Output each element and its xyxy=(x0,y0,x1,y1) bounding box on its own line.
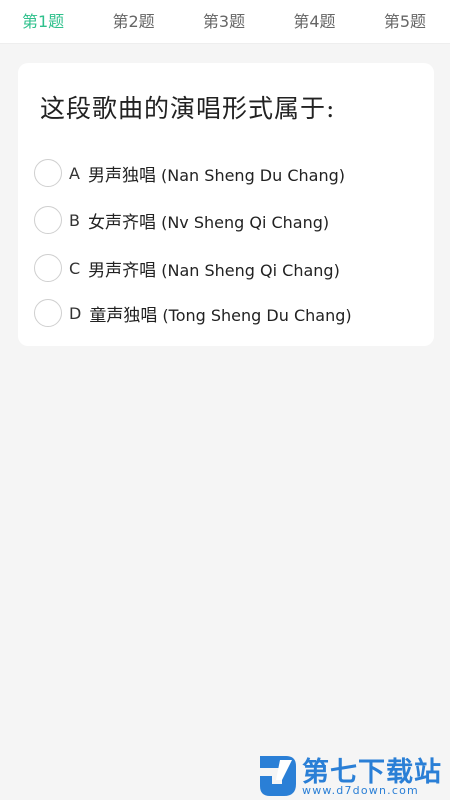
tab-question-2[interactable]: 第2题 xyxy=(112,0,154,44)
watermark-url: www.d7down.com xyxy=(302,784,419,797)
option-chinese-text: 童声独唱 xyxy=(89,305,158,326)
question-card: 这段歌曲的演唱形式属于: A 男声独唱 (Nan Sheng Du Chang)… xyxy=(18,63,434,346)
option-label: 男声独唱 (Nan Sheng Du Chang) xyxy=(88,161,345,186)
option-label: 童声独唱 (Tong Sheng Du Chang) xyxy=(89,301,351,326)
option-chinese-text: 女声齐唱 xyxy=(87,212,156,233)
option-pinyin: (Nan Sheng Qi Chang) xyxy=(156,260,340,280)
option-d[interactable]: D 童声独唱 (Tong Sheng Du Chang) xyxy=(34,298,352,328)
option-label: 男声齐唱 (Nan Sheng Qi Chang) xyxy=(88,256,340,281)
question-tabs: 第1题 第2题 第3题 第4题 第5题 xyxy=(0,0,450,44)
tab-question-5[interactable]: 第5题 xyxy=(384,0,426,44)
option-chinese-text: 男声独唱 xyxy=(87,165,156,186)
option-a[interactable]: A 男声独唱 (Nan Sheng Du Chang) xyxy=(34,158,345,188)
option-letter: A xyxy=(69,163,80,183)
option-b[interactable]: B 女声齐唱 (Nv Sheng Qi Chang) xyxy=(34,205,329,235)
tab-question-1[interactable]: 第1题 xyxy=(22,0,64,44)
tab-question-3[interactable]: 第3题 xyxy=(203,0,245,44)
radio-button-c[interactable] xyxy=(34,254,62,282)
option-pinyin: (Nan Sheng Du Chang) xyxy=(155,165,346,185)
radio-button-a[interactable] xyxy=(34,159,62,187)
option-chinese-text: 男声齐唱 xyxy=(88,260,157,281)
option-letter: D xyxy=(69,303,82,323)
option-letter: B xyxy=(69,210,80,230)
option-pinyin: (Tong Sheng Du Chang) xyxy=(157,305,352,325)
option-c[interactable]: C 男声齐唱 (Nan Sheng Qi Chang) xyxy=(34,253,340,283)
radio-button-d[interactable] xyxy=(34,299,62,327)
question-text: 这段歌曲的演唱形式属于: xyxy=(40,94,336,123)
radio-button-b[interactable] xyxy=(34,206,62,234)
option-pinyin: (Nv Sheng Qi Chang) xyxy=(155,212,330,232)
watermark: 第七下载站 www.d7down.com xyxy=(252,748,450,800)
option-label: 女声齐唱 (Nv Sheng Qi Chang) xyxy=(88,208,329,233)
d7-logo-icon xyxy=(260,756,296,796)
tab-question-4[interactable]: 第4题 xyxy=(293,0,335,44)
option-letter: C xyxy=(69,258,81,278)
